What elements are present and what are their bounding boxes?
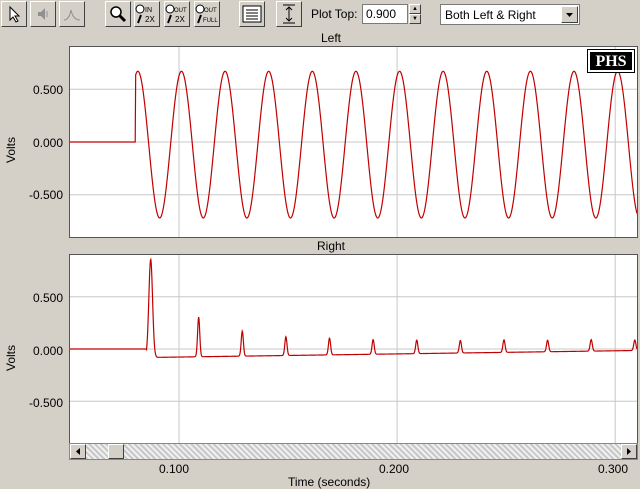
right-ytick-0: 0.500 [13,291,63,305]
phs-logo: PHS [588,50,634,72]
spin-down-button[interactable]: ▼ [409,14,421,24]
xtick-0: 0.100 [159,462,189,476]
left-ylabel: Volts [4,137,18,163]
select-arrow-button[interactable] [1,1,27,27]
scroll-right-button[interactable] [621,444,637,459]
svg-text:2X: 2X [145,15,155,24]
right-ylabel: Volts [4,345,18,371]
right-waveform-line [70,259,637,357]
x-axis-label: Time (seconds) [288,475,370,489]
xtick-1: 0.200 [379,462,409,476]
left-ytick-2: -0.500 [13,188,63,202]
svg-text:FULL: FULL [203,18,218,24]
right-chart-svg [70,255,637,443]
right-ytick-2: -0.500 [13,396,63,410]
zoom-out-full-icon: OUT FULL [195,3,219,25]
select-arrow-icon [6,5,22,23]
chevron-left-icon [71,445,85,458]
svg-text:OUT: OUT [204,8,217,14]
peak-button[interactable] [59,1,85,27]
svg-text:2X: 2X [175,15,185,24]
scrollbar-thumb[interactable] [108,444,124,459]
left-ytick-0: 0.500 [13,83,63,97]
list-panel-icon [242,5,262,23]
toolbar: IN 2X OUT 2X OUT FULL Plot Top: ▲ ▼ B [0,0,640,30]
vertical-fit-button[interactable] [276,1,302,27]
svg-text:OUT: OUT [174,8,187,14]
channel-select-value: Both Left & Right [445,8,536,22]
peak-icon [63,6,81,22]
left-chart-svg [70,47,637,237]
scroll-left-button[interactable] [70,444,86,459]
mute-button[interactable] [30,1,56,27]
right-chart-title: Right [317,239,345,253]
vertical-fit-icon [281,4,297,24]
zoom-in-2x-button[interactable]: IN 2X [134,1,160,27]
left-ytick-1: 0.000 [13,136,63,150]
channel-select[interactable]: Both Left & Right [440,4,580,25]
plot-top-spinner[interactable]: ▲ ▼ [409,4,421,24]
magnifier-button[interactable] [105,1,131,27]
zoom-out-full-button[interactable]: OUT FULL [194,1,220,27]
chevron-right-icon [622,445,636,458]
left-waveform-line [70,71,637,218]
zoom-in-2x-icon: IN 2X [135,3,159,25]
horizontal-scrollbar[interactable] [69,443,638,460]
left-chart-title: Left [321,31,341,45]
magnifier-icon [109,5,127,23]
xtick-2: 0.300 [598,462,628,476]
list-panel-button[interactable] [239,1,265,27]
zoom-out-2x-icon: OUT 2X [165,3,189,25]
chevron-down-icon[interactable] [561,6,578,23]
right-plot-area[interactable] [69,254,638,444]
zoom-out-2x-button[interactable]: OUT 2X [164,1,190,27]
plot-top-input[interactable] [362,4,408,24]
spin-up-button[interactable]: ▲ [409,4,421,14]
plot-top-label: Plot Top: [311,7,357,21]
scrollbar-track[interactable] [86,444,621,459]
right-ytick-1: 0.000 [13,344,63,358]
speaker-mute-icon [35,6,51,22]
left-plot-area[interactable] [69,46,638,238]
svg-text:IN: IN [145,7,152,14]
